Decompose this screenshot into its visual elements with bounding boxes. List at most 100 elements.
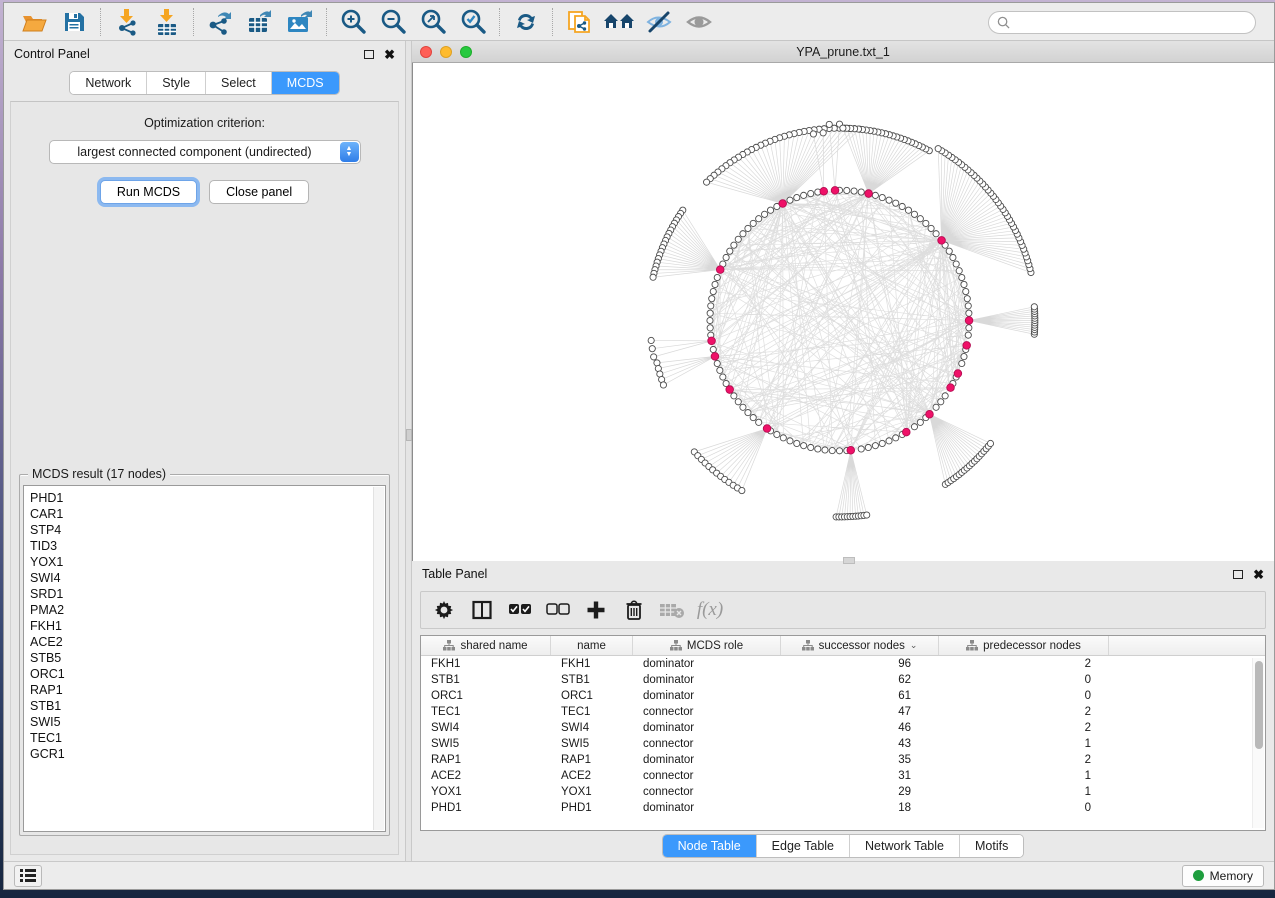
ring-node[interactable] (735, 236, 741, 242)
ring-node[interactable] (893, 435, 899, 441)
ring-node[interactable] (787, 197, 793, 203)
mcds-result-item[interactable]: GCR1 (30, 746, 385, 762)
ring-node[interactable] (717, 367, 723, 373)
mcds-result-list[interactable]: PHD1CAR1STP4TID3YOX1SWI4SRD1PMA2FKH1ACE2… (23, 485, 386, 832)
cell-shared-name[interactable]: STB1 (421, 672, 551, 688)
ring-node[interactable] (865, 444, 871, 450)
scrollbar-thumb[interactable] (1255, 661, 1263, 749)
mcds-hub-node[interactable] (965, 317, 973, 325)
window-close-button[interactable] (420, 46, 432, 58)
ring-node[interactable] (714, 360, 720, 366)
mcds-result-item[interactable]: ORC1 (30, 666, 385, 682)
cell-predecessor-nodes[interactable]: 2 (939, 720, 1109, 736)
cell-successor-nodes[interactable]: 62 (781, 672, 939, 688)
mcds-result-item[interactable]: YOX1 (30, 554, 385, 570)
network-view[interactable] (412, 63, 1274, 561)
ring-node[interactable] (735, 399, 741, 405)
table-row[interactable]: FKH1FKH1dominator962 (421, 656, 1265, 672)
network-graph[interactable] (413, 63, 1274, 561)
table-row[interactable]: YOX1YOX1connector291 (421, 784, 1265, 800)
mcds-result-item[interactable]: STB5 (30, 650, 385, 666)
mcds-result-item[interactable]: PMA2 (30, 602, 385, 618)
column-header-successor-nodes[interactable]: successor nodes⌄ (781, 636, 939, 655)
ring-node[interactable] (808, 190, 814, 196)
mcds-hub-node[interactable] (716, 266, 724, 274)
leaf-node[interactable] (703, 179, 709, 185)
mcds-hub-node[interactable] (947, 384, 955, 392)
ring-node[interactable] (858, 446, 864, 452)
ring-node[interactable] (709, 296, 715, 302)
mcds-hub-node[interactable] (902, 428, 910, 436)
leaf-node[interactable] (651, 354, 657, 360)
tab-network-table[interactable]: Network Table (850, 835, 960, 857)
ring-node[interactable] (774, 431, 780, 437)
network-titlebar[interactable]: YPA_prune.txt_1 (412, 41, 1274, 63)
ring-node[interactable] (815, 446, 821, 452)
apply-layout-button[interactable] (506, 6, 546, 38)
export-table-button[interactable] (240, 6, 280, 38)
table-row[interactable]: TEC1TEC1connector472 (421, 704, 1265, 720)
show-all-button[interactable] (679, 6, 719, 38)
ring-node[interactable] (905, 207, 911, 213)
mcds-hub-node[interactable] (820, 187, 828, 195)
ring-node[interactable] (794, 440, 800, 446)
leaf-node[interactable] (935, 146, 941, 152)
zoom-in-button[interactable] (333, 6, 373, 38)
table-row[interactable]: SWI5SWI5connector431 (421, 736, 1265, 752)
cell-shared-name[interactable]: SWI5 (421, 736, 551, 752)
ring-node[interactable] (794, 194, 800, 200)
ring-node[interactable] (893, 200, 899, 206)
cell-predecessor-nodes[interactable]: 2 (939, 656, 1109, 672)
show-columns-button[interactable] (465, 595, 499, 625)
cell-MCDS-role[interactable]: dominator (633, 752, 781, 768)
ring-node[interactable] (886, 438, 892, 444)
ring-node[interactable] (710, 288, 716, 294)
cell-predecessor-nodes[interactable]: 0 (939, 688, 1109, 704)
cell-name[interactable]: YOX1 (551, 784, 633, 800)
delete-column-button[interactable] (617, 595, 651, 625)
vertical-splitter[interactable] (405, 41, 412, 861)
horizontal-splitter-grip[interactable] (843, 557, 855, 564)
cell-name[interactable]: RAP1 (551, 752, 633, 768)
cell-shared-name[interactable]: RAP1 (421, 752, 551, 768)
cell-successor-nodes[interactable]: 43 (781, 736, 939, 752)
cell-shared-name[interactable]: YOX1 (421, 784, 551, 800)
cell-shared-name[interactable]: TEC1 (421, 704, 551, 720)
cell-name[interactable]: FKH1 (551, 656, 633, 672)
cell-shared-name[interactable]: ORC1 (421, 688, 551, 704)
zoom-fit-button[interactable] (413, 6, 453, 38)
ring-node[interactable] (911, 424, 917, 430)
cell-predecessor-nodes[interactable]: 2 (939, 752, 1109, 768)
table-row[interactable]: SWI4SWI4dominator462 (421, 720, 1265, 736)
mcds-hub-node[interactable] (938, 237, 946, 245)
leaf-node[interactable] (864, 512, 870, 518)
ring-node[interactable] (844, 187, 850, 193)
leaf-node[interactable] (810, 131, 816, 137)
ring-node[interactable] (911, 211, 917, 217)
ring-node[interactable] (740, 404, 746, 410)
cell-shared-name[interactable]: ACE2 (421, 768, 551, 784)
leaf-node[interactable] (739, 487, 745, 493)
ring-node[interactable] (928, 225, 934, 231)
ring-node[interactable] (961, 281, 967, 287)
ring-node[interactable] (879, 194, 885, 200)
table-row[interactable]: ACE2ACE2connector311 (421, 768, 1265, 784)
ring-node[interactable] (731, 393, 737, 399)
ring-node[interactable] (917, 419, 923, 425)
cell-predecessor-nodes[interactable]: 0 (939, 800, 1109, 816)
import-network-button[interactable] (107, 6, 147, 38)
cell-shared-name[interactable]: SWI4 (421, 720, 551, 736)
tab-network[interactable]: Network (70, 72, 147, 94)
mcds-result-item[interactable]: PHD1 (30, 490, 385, 506)
tab-style[interactable]: Style (147, 72, 206, 94)
ring-node[interactable] (708, 303, 714, 309)
ring-node[interactable] (963, 288, 969, 294)
cell-MCDS-role[interactable]: connector (633, 784, 781, 800)
cell-predecessor-nodes[interactable]: 1 (939, 768, 1109, 784)
hide-selected-button[interactable] (639, 6, 679, 38)
column-header-shared-name[interactable]: shared name (421, 636, 551, 655)
tab-select[interactable]: Select (206, 72, 272, 94)
ring-node[interactable] (710, 346, 716, 352)
tab-motifs[interactable]: Motifs (960, 835, 1023, 857)
tab-edge-table[interactable]: Edge Table (757, 835, 850, 857)
